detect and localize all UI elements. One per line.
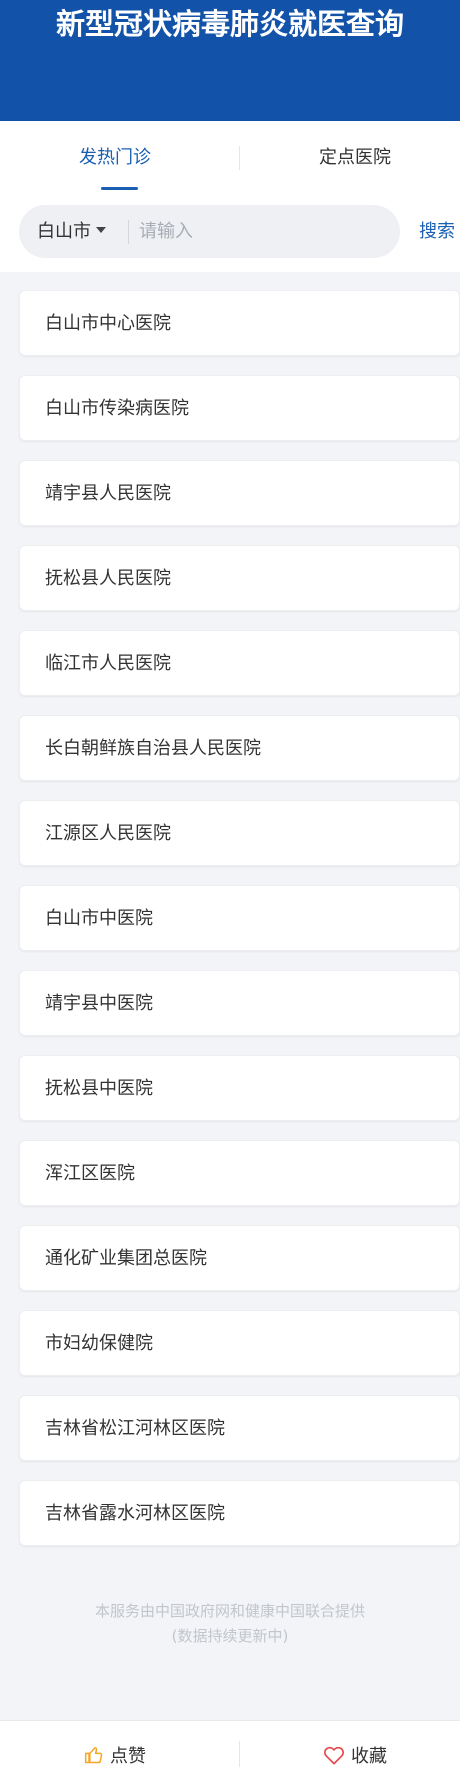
favorite-label: 收藏 xyxy=(351,1746,387,1767)
hospital-name: 吉林省露水河林区医院 xyxy=(45,1503,225,1524)
city-dropdown-label: 白山市 xyxy=(37,221,91,242)
hospital-card[interactable]: 抚松县人民医院 xyxy=(19,545,460,611)
hospital-name: 市妇幼保健院 xyxy=(45,1333,153,1354)
active-tab-indicator xyxy=(101,187,138,190)
tab-bar: 发热门诊 定点医院 xyxy=(0,121,460,191)
tab-divider xyxy=(239,146,240,170)
thumbs-up-icon xyxy=(84,1747,103,1764)
hospital-card[interactable]: 长白朝鲜族自治县人民医院 xyxy=(19,715,460,781)
city-dropdown[interactable]: 白山市 xyxy=(37,205,106,258)
hospital-card[interactable]: 江源区人民医院 xyxy=(19,800,460,866)
like-label: 点赞 xyxy=(110,1746,146,1767)
hospital-name: 白山市中心医院 xyxy=(45,313,171,334)
footer-line-1: 本服务由中国政府网和健康中国联合提供 xyxy=(94,1602,365,1620)
search-button[interactable]: 搜索 xyxy=(419,205,460,258)
hospital-card[interactable]: 浑江区医院 xyxy=(19,1140,460,1206)
hospital-name: 白山市中医院 xyxy=(45,908,153,929)
hospital-name: 白山市传染病医院 xyxy=(45,398,189,419)
hospital-card[interactable]: 临江市人民医院 xyxy=(19,630,460,696)
tab-designated-hospital[interactable]: 定点医院 xyxy=(240,121,460,191)
caret-down-icon xyxy=(96,227,106,233)
hospital-name: 靖宇县中医院 xyxy=(45,993,153,1014)
hospital-card[interactable]: 靖宇县人民医院 xyxy=(19,460,460,526)
footer-note: 本服务由中国政府网和健康中国联合提供 (数据持续更新中) xyxy=(0,1599,460,1649)
tab-fever-clinic[interactable]: 发热门诊 xyxy=(0,121,230,191)
hospital-card[interactable]: 吉林省露水河林区医院 xyxy=(19,1480,460,1546)
hospital-name: 长白朝鲜族自治县人民医院 xyxy=(45,738,261,759)
bottom-action-bar: 点赞 收藏 xyxy=(0,1720,460,1788)
hospital-name: 抚松县人民医院 xyxy=(45,568,171,589)
hospital-card[interactable]: 靖宇县中医院 xyxy=(19,970,460,1036)
heart-icon xyxy=(324,1746,344,1765)
page-title: 新型冠状病毒肺炎就医查询 xyxy=(55,7,404,41)
search-input[interactable] xyxy=(139,213,389,250)
hospital-name: 浑江区医院 xyxy=(45,1163,135,1184)
search-bar: 白山市 xyxy=(19,205,400,258)
search-separator xyxy=(128,220,129,244)
hospital-name: 靖宇县人民医院 xyxy=(45,483,171,504)
hospital-name: 临江市人民医院 xyxy=(45,653,171,674)
hospital-card[interactable]: 抚松县中医院 xyxy=(19,1055,460,1121)
hospital-card[interactable]: 白山市中医院 xyxy=(19,885,460,951)
bottom-divider xyxy=(239,1741,240,1767)
hospital-name: 吉林省松江河林区医院 xyxy=(45,1418,225,1439)
hospital-card[interactable]: 市妇幼保健院 xyxy=(19,1310,460,1376)
like-button[interactable]: 点赞 xyxy=(0,1721,230,1788)
hospital-card[interactable]: 白山市中心医院 xyxy=(19,290,460,356)
favorite-button[interactable]: 收藏 xyxy=(240,1721,460,1788)
hospital-name: 通化矿业集团总医院 xyxy=(45,1248,207,1269)
hospital-name: 抚松县中医院 xyxy=(45,1078,153,1099)
hospital-name: 江源区人民医院 xyxy=(45,823,171,844)
header-banner: 新型冠状病毒肺炎就医查询 xyxy=(0,0,460,121)
hospital-card[interactable]: 白山市传染病医院 xyxy=(19,375,460,441)
footer-line-2: (数据持续更新中) xyxy=(171,1627,289,1645)
hospital-card[interactable]: 吉林省松江河林区医院 xyxy=(19,1395,460,1461)
hospital-card[interactable]: 通化矿业集团总医院 xyxy=(19,1225,460,1291)
